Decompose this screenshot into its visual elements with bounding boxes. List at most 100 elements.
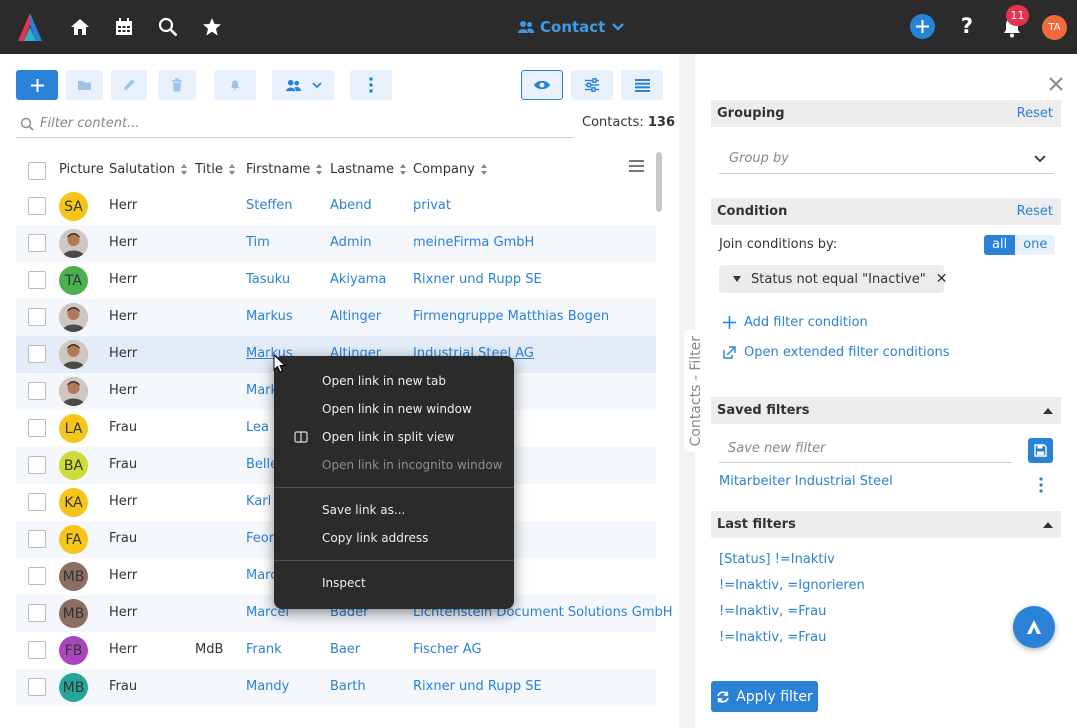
ctx-open-split-view[interactable]: Open link in split view [322, 430, 454, 444]
search-icon[interactable] [155, 14, 181, 40]
grouping-reset-link[interactable]: Reset [1017, 106, 1053, 121]
close-icon[interactable] [1047, 75, 1065, 93]
company-link[interactable]: Firmengruppe Matthias Bogen [413, 309, 609, 324]
remove-condition-icon[interactable]: ✕ [936, 271, 948, 287]
row-checkbox[interactable] [28, 604, 46, 622]
table-row[interactable]: Herr Tim Admin meineFirma GmbH [16, 225, 656, 262]
lastname-link[interactable]: Baer [330, 642, 360, 657]
firstname-link[interactable]: Mandy [246, 679, 289, 694]
more-actions-button[interactable] [350, 70, 392, 100]
ctx-open-new-window[interactable]: Open link in new window [322, 402, 472, 416]
select-all-checkbox[interactable] [28, 162, 46, 180]
join-one-option[interactable]: one [1015, 235, 1056, 255]
ctx-open-new-tab[interactable]: Open link in new tab [322, 374, 446, 388]
table-row[interactable]: FB Herr MdB Frank Baer Fischer AG [16, 632, 656, 669]
row-checkbox[interactable] [28, 197, 46, 215]
firstname-link[interactable]: Feor [246, 531, 274, 546]
firstname-link[interactable]: Frank [246, 642, 282, 657]
row-checkbox[interactable] [28, 641, 46, 659]
list-scrollbar[interactable] [656, 152, 662, 212]
add-button[interactable] [16, 70, 58, 100]
lastname-link[interactable]: Barth [330, 679, 366, 694]
kebab-icon[interactable] [1036, 476, 1046, 494]
last-filter-item[interactable]: !=Inaktiv, =Frau [719, 604, 826, 619]
row-checkbox[interactable] [28, 345, 46, 363]
join-all-option[interactable]: all [984, 235, 1016, 255]
row-checkbox[interactable] [28, 530, 46, 548]
delete-button[interactable] [158, 70, 196, 100]
column-menu-icon[interactable] [629, 160, 644, 173]
saved-filter-item[interactable]: Mitarbeiter Industrial Steel [719, 474, 893, 489]
lastname-link[interactable]: Altinger [330, 309, 381, 324]
ctx-copy-link-address[interactable]: Copy link address [322, 531, 428, 545]
ctx-save-link-as[interactable]: Save link as... [322, 503, 405, 517]
column-header-company[interactable]: Company [413, 162, 488, 177]
filter-condition-chip[interactable]: Status not equal "Inactive" ✕ [719, 265, 947, 293]
ctx-inspect[interactable]: Inspect [322, 576, 366, 590]
star-icon[interactable] [199, 14, 225, 40]
firstname-link[interactable]: Tim [246, 235, 270, 250]
view-toggle-button[interactable] [521, 70, 563, 100]
firstname-link[interactable]: Marc [246, 568, 277, 583]
row-checkbox[interactable] [28, 493, 46, 511]
table-row[interactable]: TA Herr Tasuku Akiyama Rixner und Rupp SE [16, 262, 656, 299]
company-link[interactable]: Fischer AG [413, 642, 482, 657]
edit-button[interactable] [111, 70, 147, 100]
filter-settings-button[interactable] [571, 70, 613, 100]
notify-button[interactable] [214, 70, 256, 100]
apply-filter-button[interactable]: Apply filter [711, 681, 818, 712]
assistant-fab-button[interactable] [1013, 606, 1055, 648]
row-checkbox[interactable] [28, 678, 46, 696]
lastname-link[interactable]: Admin [330, 235, 371, 250]
row-checkbox[interactable] [28, 567, 46, 585]
home-icon[interactable] [67, 14, 93, 40]
last-filter-item[interactable]: [Status] !=Inaktiv [719, 552, 835, 567]
saved-filters-section-header[interactable]: Saved filters [711, 397, 1061, 424]
lastname-link[interactable]: Abend [330, 198, 372, 213]
add-filter-condition-link[interactable]: Add filter condition [723, 315, 868, 330]
firstname-link[interactable]: Tasuku [246, 272, 290, 287]
row-checkbox[interactable] [28, 382, 46, 400]
firstname-link[interactable]: Karl [246, 494, 271, 509]
table-row[interactable]: Herr Markus Altinger Firmengruppe Matthias … [16, 299, 656, 336]
row-checkbox[interactable] [28, 234, 46, 252]
firstname-link[interactable]: Steffen [246, 198, 293, 213]
list-view-button[interactable] [621, 70, 663, 100]
help-button[interactable]: ? [957, 14, 977, 38]
table-row[interactable]: SA Herr Steffen Abend privat [16, 188, 656, 225]
company-link[interactable]: privat [413, 198, 451, 213]
company-link[interactable]: Rixner und Rupp SE [413, 272, 542, 287]
notification-badge[interactable]: 11 [1006, 5, 1029, 26]
row-checkbox[interactable] [28, 271, 46, 289]
module-switcher[interactable]: Contact [518, 17, 625, 37]
lastname-link[interactable]: Akiyama [330, 272, 386, 287]
column-header-lastname[interactable]: Lastname [330, 162, 407, 177]
last-filters-section-header[interactable]: Last filters [711, 511, 1061, 538]
save-new-filter-input[interactable] [728, 440, 998, 456]
open-extended-filter-link[interactable]: Open extended filter conditions [723, 345, 950, 360]
save-filter-button[interactable] [1028, 438, 1053, 463]
filter-content-input[interactable] [40, 116, 560, 131]
user-avatar[interactable]: TA [1042, 15, 1067, 40]
condition-reset-link[interactable]: Reset [1017, 204, 1053, 219]
company-link[interactable]: Rixner und Rupp SE [413, 679, 542, 694]
filter-side-tab[interactable]: Contacts - Filter [684, 330, 708, 452]
table-row[interactable]: MB Frau Mandy Barth Rixner und Rupp SE [16, 669, 656, 706]
firstname-link[interactable]: Markus [246, 309, 293, 324]
app-logo-icon[interactable] [14, 11, 46, 43]
column-header-firstname[interactable]: Firstname [246, 162, 323, 177]
column-header-title[interactable]: Title [195, 162, 236, 177]
group-actions-button[interactable] [272, 70, 334, 100]
company-link[interactable]: meineFirma GmbH [413, 235, 534, 250]
open-button[interactable] [66, 70, 103, 100]
quick-add-button[interactable] [910, 14, 935, 39]
last-filter-item[interactable]: !=Inaktiv, =Frau [719, 630, 826, 645]
row-checkbox[interactable] [28, 419, 46, 437]
calendar-icon[interactable] [111, 14, 137, 40]
group-by-select[interactable]: Group by [719, 144, 1054, 174]
column-header-salutation[interactable]: Salutation [109, 162, 188, 177]
row-checkbox[interactable] [28, 456, 46, 474]
row-checkbox[interactable] [28, 308, 46, 326]
last-filter-item[interactable]: !=Inaktiv, =Ignorieren [719, 578, 865, 593]
firstname-link[interactable]: Lea [246, 420, 269, 435]
